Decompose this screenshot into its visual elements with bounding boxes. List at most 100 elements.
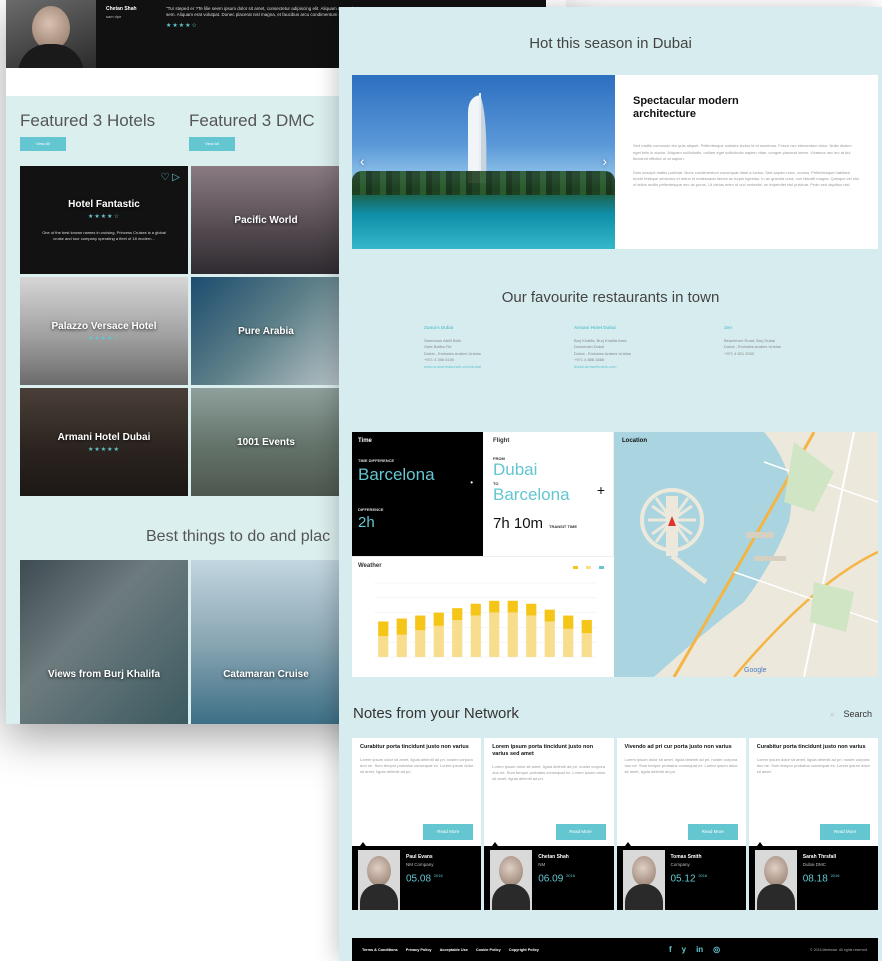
search-icon[interactable]: ⌕ [830, 709, 835, 719]
tile-name: Palazzo Versace Hotel [51, 320, 157, 332]
add-flight-icon[interactable]: + [597, 482, 605, 498]
carousel-prev-icon[interactable]: ‹ [360, 153, 365, 169]
weather-bar-high [470, 603, 481, 616]
read-more-button[interactable]: Read More [423, 824, 474, 840]
view-all-dmc-button[interactable]: View All [189, 137, 235, 151]
hot-card-paragraph-2: Duis suscipit mattis pulvinar. Nunc cond… [633, 169, 859, 188]
footer-link-terms[interactable]: Terms & Conditions [362, 948, 398, 952]
carousel-next-icon[interactable]: › [602, 153, 607, 169]
map-canvas[interactable]: Google [614, 432, 878, 677]
footer-link-privacy[interactable]: Privacy Policy [406, 948, 432, 952]
weather-bar-high [396, 618, 407, 635]
weather-bar-low [563, 628, 574, 657]
view-all-hotels-button[interactable]: View All [20, 137, 66, 151]
tower-illustration [468, 93, 487, 183]
tile-name: Pacific World [234, 214, 298, 226]
footer-link-cookie[interactable]: Cookie Policy [476, 948, 501, 952]
testimonial-avatar [6, 0, 96, 68]
note-card: Curabitur porta tincidunt justo non vari… [748, 738, 878, 910]
note-title: Curabitur porta tincidunt justo non vari… [756, 744, 866, 750]
tile-palazzo-versace[interactable]: Palazzo Versace Hotel ★★★★☆ [20, 277, 188, 385]
tile-stars: ★★★★★ [88, 446, 120, 453]
weather-bar-high [378, 621, 389, 637]
featured-dmc-title: Featured 3 DMC [189, 111, 315, 130]
flight-label: Flight [493, 438, 510, 444]
burj-al-arab-image: ‹ › [352, 75, 615, 249]
note-text: Lorem ipsum dolor sit amet, ligula delen… [624, 757, 738, 775]
search-label[interactable]: Search [843, 709, 872, 719]
footer-link-copyright[interactable]: Copyright Policy [509, 948, 539, 952]
weather-bar-low [507, 612, 518, 657]
footer-link-acceptable-use[interactable]: Acceptable Use [440, 948, 468, 952]
restaurant-name[interactable]: Armani Hotel Dubai [574, 325, 664, 330]
linkedin-icon[interactable]: in [696, 945, 703, 954]
hot-card-heading: Spectacular modern architecture [633, 95, 739, 121]
footer-copyright: © 2016 Meetwise. All rights reserved. [810, 947, 868, 952]
facebook-icon[interactable]: f [669, 945, 672, 954]
tile-pacific-world[interactable]: Pacific World [191, 166, 341, 274]
legend-item-2: ​ [586, 565, 593, 569]
tile-name: Catamaran Cruise [223, 669, 309, 680]
location-map[interactable]: Location Google [614, 432, 878, 677]
travel-info-panel: Time TIME DIFFERENCE Barcelona • DIFFERE… [352, 432, 878, 677]
weather-bar-high [544, 609, 555, 622]
testimonial-role: sam ripe [106, 14, 122, 19]
note-card: Curabitur porta tincidunt justo non vari… [352, 738, 482, 910]
favorite-share-icons[interactable]: ♡ ▷ [161, 172, 180, 183]
avatar [358, 850, 400, 910]
weather-bar-low [433, 625, 444, 657]
best-things-grid: Views from Burj Khalifa Catamaran Cruise [20, 560, 341, 724]
restaurant-name[interactable]: Zuma's Dubai [424, 325, 514, 330]
tile-name: Views from Burj Khalifa [47, 669, 161, 680]
note-year: 2016 [698, 873, 708, 878]
tile-armani-hotel[interactable]: Armani Hotel Dubai ★★★★★ [20, 388, 188, 496]
tile-catamaran-cruise[interactable]: Catamaran Cruise [191, 560, 341, 724]
restaurant-name[interactable]: Zen [724, 325, 814, 330]
tile-1001-events[interactable]: 1001 Events [191, 388, 341, 496]
flight-to-city: Barcelona [493, 485, 570, 504]
tile-views-burj-khalifa[interactable]: Views from Burj Khalifa [20, 560, 188, 724]
weather-bar-high [433, 612, 444, 626]
tile-name: Armani Hotel Dubai [57, 431, 151, 443]
note-author-name: Sarah Thrsfall [802, 854, 837, 860]
difference-label: DIFFERENCE [358, 507, 384, 512]
tile-pure-arabia[interactable]: Pure Arabia [191, 277, 341, 385]
restaurant-link[interactable]: dubai.armanihotels.com [574, 364, 664, 370]
flight-from-city: Dubai [493, 460, 538, 479]
note-author-name: Chetan Shah [538, 854, 569, 860]
weather-bar-high [581, 620, 592, 634]
weather-chart [374, 582, 596, 658]
read-more-button[interactable]: Read More [555, 824, 606, 840]
flight-widget: Flight FROM Dubai TO Barcelona + 7h 10m … [483, 432, 614, 556]
footer-links: Terms & Conditions Privacy Policy Accept… [362, 948, 539, 952]
note-year: 2016 [830, 873, 840, 878]
transit-time-value: 7h 10m [493, 515, 544, 532]
restaurant-link[interactable]: www.zumarestaurant.com/dubai [424, 364, 514, 370]
restaurants-list: Zuma's Dubai Saramouk Atelli Bldh Gate B… [424, 325, 814, 370]
weather-bar-high [507, 600, 518, 613]
note-year: 2016 [433, 873, 443, 878]
hot-season-title: Hot this season in Dubai [529, 35, 692, 52]
read-more-button[interactable]: Read More [687, 824, 738, 840]
weather-bar-high [452, 608, 463, 620]
note-author-company: Dubai DMC [802, 862, 827, 867]
note-author-company: Company [670, 862, 690, 867]
tile-hotel-fantastic[interactable]: ♡ ▷ Hotel Fantastic ★★★★☆ One of the bes… [20, 166, 188, 274]
note-year: 2016 [566, 873, 575, 878]
note-title: Vivendo ad pri cur porta justo non variu… [624, 744, 732, 750]
time-difference-label: TIME DIFFERENCE [358, 458, 395, 463]
featured-grid: ♡ ▷ Hotel Fantastic ★★★★☆ One of the bes… [20, 166, 341, 496]
tile-description: One of the best known names in cruising,… [42, 229, 166, 241]
read-more-button[interactable]: Read More [820, 824, 870, 840]
legend-item-1: ​ [573, 565, 580, 569]
notes-search[interactable]: ⌕ Search [830, 709, 872, 720]
note-author-company: NM [538, 862, 546, 867]
location-label: Location [622, 438, 647, 444]
weather-bar-low [396, 634, 407, 657]
tile-name: 1001 Events [237, 436, 295, 448]
note-date: 08.18 [802, 873, 828, 885]
time-widget: Time TIME DIFFERENCE Barcelona • DIFFERE… [352, 432, 483, 556]
note-title: Lorem ipsum porta tincidunt justo non va… [492, 744, 594, 758]
instagram-icon[interactable]: ◎ [713, 945, 720, 954]
twitter-icon[interactable]: y [682, 945, 686, 954]
